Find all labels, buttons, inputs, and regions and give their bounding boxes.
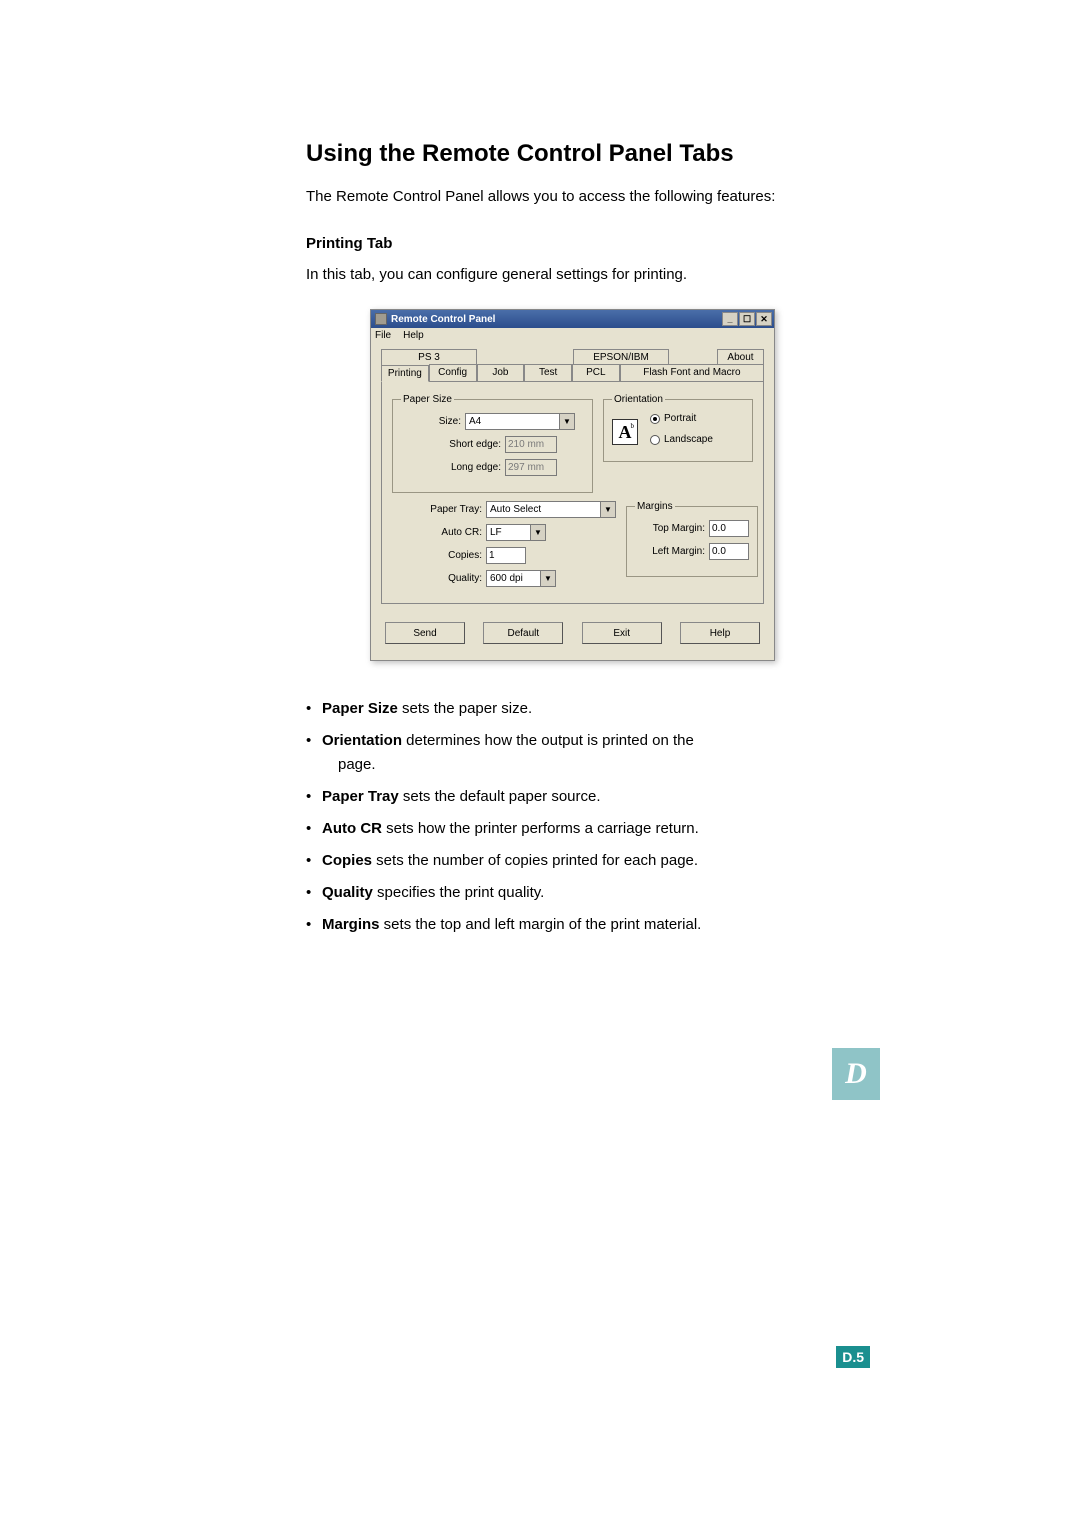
short-edge-input xyxy=(505,436,557,453)
top-margin-input[interactable] xyxy=(709,520,749,537)
auto-cr-label: Auto CR: xyxy=(422,527,482,538)
tab-flash-font-macro[interactable]: Flash Font and Macro xyxy=(620,364,764,381)
tab-job[interactable]: Job xyxy=(477,364,525,381)
printing-tab-panel: Paper Size Size: A4 ▼ Short edge: xyxy=(381,381,764,604)
orientation-a-icon: A xyxy=(612,419,638,445)
radio-unselected-icon xyxy=(650,435,660,445)
list-item: Auto CR sets how the printer performs a … xyxy=(306,817,870,841)
page-heading: Using the Remote Control Panel Tabs xyxy=(306,140,870,168)
top-margin-label: Top Margin: xyxy=(635,523,705,534)
tab-config[interactable]: Config xyxy=(429,364,477,381)
dialog-buttons: Send Default Exit Help xyxy=(381,622,764,650)
radio-selected-icon xyxy=(650,414,660,424)
orientation-group: Orientation A Portrait Landscape xyxy=(603,394,753,462)
maximize-button[interactable]: ☐ xyxy=(739,312,755,326)
section-tab-d: D xyxy=(832,1048,880,1100)
long-edge-label: Long edge: xyxy=(401,462,501,473)
paper-size-legend: Paper Size xyxy=(401,394,454,405)
paper-tray-select[interactable]: Auto Select ▼ xyxy=(486,501,616,518)
app-icon xyxy=(375,313,387,325)
tab-epson-ibm[interactable]: EPSON/IBM xyxy=(573,349,669,365)
menu-file[interactable]: File xyxy=(375,330,391,341)
copies-label: Copies: xyxy=(422,550,482,561)
size-label: Size: xyxy=(401,416,461,427)
chevron-down-icon: ▼ xyxy=(530,525,545,540)
chevron-down-icon: ▼ xyxy=(559,414,574,429)
copies-input[interactable] xyxy=(486,547,526,564)
intro-text: The Remote Control Panel allows you to a… xyxy=(306,186,870,207)
minimize-button[interactable]: _ xyxy=(722,312,738,326)
list-item: Margins sets the top and left margin of … xyxy=(306,913,870,937)
tab-printing[interactable]: Printing xyxy=(381,365,429,382)
quality-label: Quality: xyxy=(422,573,482,584)
send-button[interactable]: Send xyxy=(385,622,465,644)
list-item: Copies sets the number of copies printed… xyxy=(306,849,870,873)
paper-size-group: Paper Size Size: A4 ▼ Short edge: xyxy=(392,394,593,493)
chevron-down-icon: ▼ xyxy=(600,502,615,517)
tab-pcl[interactable]: PCL xyxy=(572,364,620,381)
default-button[interactable]: Default xyxy=(483,622,563,644)
printing-tab-desc: In this tab, you can configure general s… xyxy=(306,266,870,283)
short-edge-label: Short edge: xyxy=(401,439,501,450)
chevron-down-icon: ▼ xyxy=(540,571,555,586)
tab-about[interactable]: About xyxy=(717,349,764,365)
list-item: Orientation determines how the output is… xyxy=(306,729,870,777)
list-item: Quality specifies the print quality. xyxy=(306,881,870,905)
close-button[interactable]: ✕ xyxy=(756,312,772,326)
feature-list: Paper Size sets the paper size. Orientat… xyxy=(306,697,870,937)
orientation-legend: Orientation xyxy=(612,394,665,405)
list-item: Paper Size sets the paper size. xyxy=(306,697,870,721)
tab-ps3[interactable]: PS 3 xyxy=(381,349,477,365)
menu-help[interactable]: Help xyxy=(403,330,424,341)
long-edge-input xyxy=(505,459,557,476)
tab-test[interactable]: Test xyxy=(524,364,572,381)
left-margin-input[interactable] xyxy=(709,543,749,560)
window-controls: _ ☐ ✕ xyxy=(722,312,772,326)
help-button[interactable]: Help xyxy=(680,622,760,644)
quality-select[interactable]: 600 dpi ▼ xyxy=(486,570,556,587)
remote-control-panel-window: Remote Control Panel _ ☐ ✕ File Help PS … xyxy=(370,309,775,661)
size-select[interactable]: A4 ▼ xyxy=(465,413,575,430)
margins-group: Margins Top Margin: Left Margin: xyxy=(626,501,758,577)
titlebar: Remote Control Panel _ ☐ ✕ xyxy=(371,310,774,328)
exit-button[interactable]: Exit xyxy=(582,622,662,644)
portrait-radio[interactable]: Portrait xyxy=(650,413,713,424)
menubar: File Help xyxy=(371,328,774,343)
left-margin-label: Left Margin: xyxy=(635,546,705,557)
page-number: D.5 xyxy=(836,1346,870,1368)
paper-tray-label: Paper Tray: xyxy=(422,504,482,515)
margins-legend: Margins xyxy=(635,501,675,512)
landscape-radio[interactable]: Landscape xyxy=(650,434,713,445)
printing-tab-subtitle: Printing Tab xyxy=(306,235,870,252)
auto-cr-select[interactable]: LF ▼ xyxy=(486,524,546,541)
window-title: Remote Control Panel xyxy=(391,314,495,325)
list-item: Paper Tray sets the default paper source… xyxy=(306,785,870,809)
